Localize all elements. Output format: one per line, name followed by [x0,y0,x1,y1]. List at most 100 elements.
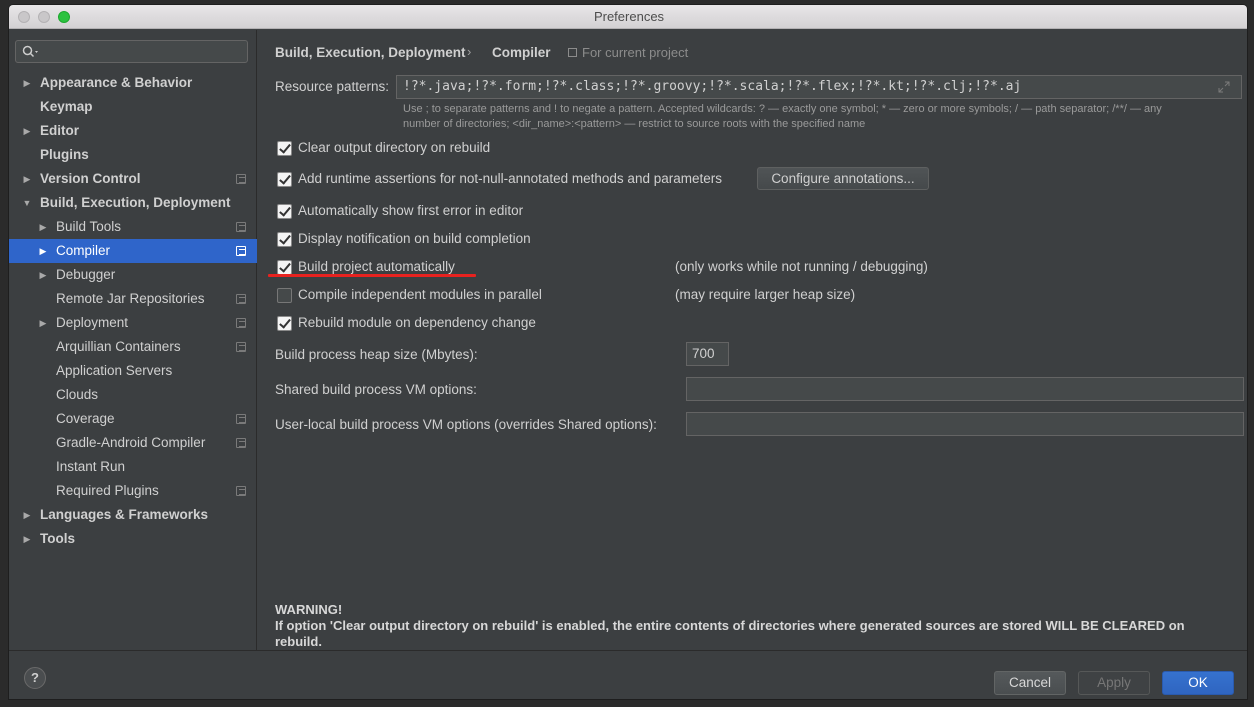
annotation-underline [268,274,476,277]
shared-vm-options-label: Shared build process VM options: [275,382,477,397]
sidebar-item-label: Debugger [56,267,116,282]
option-checkbox[interactable] [277,141,292,156]
sidebar-item-label: Gradle-Android Compiler [56,435,206,450]
sidebar-item-label: Application Servers [56,363,173,378]
expanded-arrow-icon[interactable]: ▼ [21,191,33,215]
sidebar-item[interactable]: ▶ Tools [9,527,257,551]
sidebar-item[interactable]: Application Servers [9,359,257,383]
help-button[interactable]: ? [24,667,46,689]
project-level-icon [236,486,246,496]
sidebar-item[interactable]: ▼ Build, Execution, Deployment [9,191,257,215]
collapsed-arrow-icon[interactable]: ▶ [37,263,49,287]
dialog-footer: ? Cancel Apply OK [9,650,1247,699]
sidebar-item-label: Coverage [56,411,115,426]
settings-sidebar: ▶ Appearance & Behavior Keymap ▶ Editor Plugi… [9,30,257,650]
resource-patterns-input[interactable]: !?*.java;!?*.form;!?*.class;!?*.groovy;!… [396,75,1242,99]
option-label[interactable]: Rebuild module on dependency change [298,315,536,330]
background-editor-right [1247,0,1254,707]
sidebar-item[interactable]: ▶ Editor [9,119,257,143]
heap-size-input[interactable]: 700 [686,342,729,366]
option-checkbox[interactable] [277,204,292,219]
collapsed-arrow-icon[interactable]: ▶ [21,527,33,551]
project-scope-text: For current project [582,45,689,60]
project-level-icon [236,342,246,352]
warning-text: If option 'Clear output directory on reb… [275,618,1185,649]
sidebar-item-label: Tools [40,531,75,546]
project-level-icon [236,222,246,232]
expand-field-icon[interactable] [1218,81,1230,93]
sidebar-item-label: Required Plugins [56,483,159,498]
breadcrumb-separator: › [467,44,472,59]
collapsed-arrow-icon[interactable]: ▶ [37,239,49,263]
project-level-icon [236,174,246,184]
settings-search-input[interactable] [15,40,248,63]
option-checkbox[interactable] [277,232,292,247]
option-label[interactable]: Clear output directory on rebuild [298,140,490,155]
sidebar-item-label: Build Tools [56,219,122,234]
sidebar-item-label: Arquillian Containers [56,339,181,354]
sidebar-item[interactable]: Required Plugins [9,479,257,503]
sidebar-item[interactable]: ▶ Compiler [9,239,257,263]
configure-annotations-button[interactable]: Configure annotations... [757,167,929,190]
project-scope-icon [568,48,577,57]
hint-line-1: Use ; to separate patterns and ! to nega… [403,103,1162,115]
compiler-settings-panel: Build, Execution, Deployment › Compiler … [258,30,1247,650]
option-checkbox[interactable] [277,316,292,331]
option-checkbox[interactable] [277,172,292,187]
sidebar-item[interactable]: ▶ Deployment [9,311,257,335]
sidebar-item[interactable]: ▶ Languages & Frameworks [9,503,257,527]
sidebar-item[interactable]: Gradle-Android Compiler [9,431,257,455]
collapsed-arrow-icon[interactable]: ▶ [21,71,33,95]
sidebar-item[interactable]: ▶ Appearance & Behavior [9,71,257,95]
sidebar-item[interactable]: ▶ Version Control [9,167,257,191]
sidebar-item[interactable]: Clouds [9,383,257,407]
option-label[interactable]: Build project automatically [298,259,455,274]
collapsed-arrow-icon[interactable]: ▶ [21,119,33,143]
sidebar-item-label: Compiler [56,243,111,258]
sidebar-item[interactable]: Plugins [9,143,257,167]
breadcrumb-parent[interactable]: Build, Execution, Deployment [275,45,466,60]
background-editor-bottom [0,700,1254,707]
sidebar-item-label: Clouds [56,387,99,402]
sidebar-item-label: Appearance & Behavior [40,75,193,90]
project-level-icon [236,294,246,304]
collapsed-arrow-icon[interactable]: ▶ [21,503,33,527]
option-checkbox[interactable] [277,288,292,303]
sidebar-item[interactable]: Keymap [9,95,257,119]
sidebar-item-label: Build, Execution, Deployment [40,195,231,210]
option-label[interactable]: Add runtime assertions for not-null-anno… [298,171,722,186]
sidebar-item[interactable]: Arquillian Containers [9,335,257,359]
resource-patterns-label: Resource patterns: [275,79,390,94]
sidebar-item-label: Deployment [56,315,129,330]
collapsed-arrow-icon[interactable]: ▶ [37,311,49,335]
apply-button[interactable]: Apply [1078,671,1150,695]
collapsed-arrow-icon[interactable]: ▶ [37,215,49,239]
option-label[interactable]: Compile independent modules in parallel [298,287,542,302]
heap-size-label: Build process heap size (Mbytes): [275,347,478,362]
hint-line-2: number of directories; <dir_name>:<patte… [403,117,866,130]
warning-message: WARNING! If option 'Clear output directo… [275,602,1235,650]
sidebar-item[interactable]: ▶ Debugger [9,263,257,287]
sidebar-item[interactable]: Instant Run [9,455,257,479]
option-note: (only works while not running / debuggin… [675,259,928,274]
project-level-icon [236,438,246,448]
title-bar: Preferences [9,5,1247,29]
ok-button[interactable]: OK [1162,671,1234,695]
option-label[interactable]: Display notification on build completion [298,231,531,246]
sidebar-item-label: Editor [40,123,79,138]
breadcrumb-current: Compiler [492,45,551,60]
sidebar-item-label: Keymap [40,99,93,114]
preferences-dialog: Preferences ▶ Appearance & Behavior Keymap… [8,4,1248,700]
sidebar-item[interactable]: Remote Jar Repositories [9,287,257,311]
cancel-button[interactable]: Cancel [994,671,1066,695]
project-level-icon [236,318,246,328]
option-label[interactable]: Automatically show first error in editor [298,203,523,218]
sidebar-item[interactable]: ▶ Build Tools [9,215,257,239]
sidebar-item[interactable]: Coverage [9,407,257,431]
collapsed-arrow-icon[interactable]: ▶ [21,167,33,191]
project-level-icon [236,246,246,256]
option-checkbox[interactable] [277,260,292,275]
local-vm-options-input[interactable] [686,412,1244,436]
sidebar-item-label: Instant Run [56,459,126,474]
shared-vm-options-input[interactable] [686,377,1244,401]
